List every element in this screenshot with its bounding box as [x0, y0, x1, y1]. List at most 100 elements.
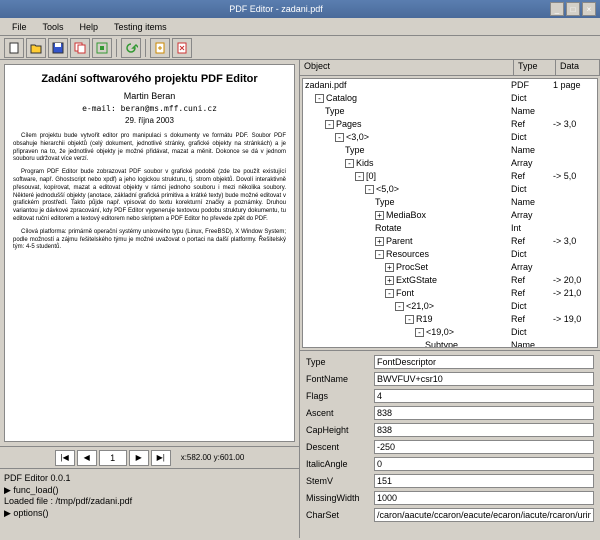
- property-value-input[interactable]: [374, 389, 594, 403]
- doc-paragraph: Program PDF Editor bude zobrazovat PDF s…: [13, 169, 286, 224]
- expand-icon[interactable]: -: [415, 328, 424, 337]
- property-row: Flags: [302, 387, 598, 404]
- maximize-button[interactable]: □: [566, 2, 580, 16]
- remove-button[interactable]: [172, 38, 192, 58]
- prev-page-button[interactable]: ◀: [77, 450, 97, 466]
- doc-paragraph: Cílová platforma: primárně operační syst…: [13, 229, 286, 252]
- property-key: MissingWidth: [302, 493, 374, 503]
- first-page-button[interactable]: |◀: [55, 450, 75, 466]
- property-value-input[interactable]: [374, 474, 594, 488]
- toolbar: [0, 36, 600, 60]
- tree-row[interactable]: -KidsArray: [303, 157, 597, 170]
- tree-row[interactable]: +ParentRef-> 3,0: [303, 235, 597, 248]
- menu-file[interactable]: File: [4, 22, 35, 32]
- property-key: Descent: [302, 442, 374, 452]
- property-key: ItalicAngle: [302, 459, 374, 469]
- property-row: FontName: [302, 370, 598, 387]
- tree-row[interactable]: TypeName: [303, 144, 597, 157]
- property-key: Flags: [302, 391, 374, 401]
- page-input[interactable]: [99, 450, 127, 466]
- tree-row[interactable]: +ExtGStateRef-> 20,0: [303, 274, 597, 287]
- property-row: ItalicAngle: [302, 455, 598, 472]
- expand-icon[interactable]: -: [365, 185, 374, 194]
- tree-row[interactable]: SubtypeName: [303, 339, 597, 348]
- property-value-input[interactable]: [374, 508, 594, 522]
- cursor-coords: x:582.00 y:601.00: [181, 453, 245, 462]
- property-key: CharSet: [302, 510, 374, 520]
- col-data[interactable]: Data: [556, 60, 600, 75]
- last-page-button[interactable]: ▶|: [151, 450, 171, 466]
- expand-icon[interactable]: -: [355, 172, 364, 181]
- expand-icon[interactable]: -: [405, 315, 414, 324]
- expand-icon[interactable]: +: [385, 263, 394, 272]
- property-value-input[interactable]: [374, 440, 594, 454]
- col-type[interactable]: Type: [514, 60, 556, 75]
- property-key: Type: [302, 357, 374, 367]
- tree-row[interactable]: -PagesRef-> 3,0: [303, 118, 597, 131]
- refresh-button[interactable]: [121, 38, 141, 58]
- expand-icon[interactable]: -: [345, 159, 354, 168]
- property-row: Descent: [302, 438, 598, 455]
- col-object[interactable]: Object: [300, 60, 514, 75]
- status-line: ▶ options(): [4, 508, 295, 520]
- options-button[interactable]: [92, 38, 112, 58]
- property-value-input[interactable]: [374, 423, 594, 437]
- add-button[interactable]: [150, 38, 170, 58]
- window-title: PDF Editor - zadani.pdf: [4, 4, 548, 14]
- doc-title: Zadání softwarového projektu PDF Editor: [13, 73, 286, 85]
- expand-icon[interactable]: -: [395, 302, 404, 311]
- expand-icon[interactable]: +: [375, 237, 384, 246]
- menubar: File Tools Help Testing items: [0, 18, 600, 36]
- expand-icon[interactable]: +: [385, 276, 394, 285]
- property-value-input[interactable]: [374, 491, 594, 505]
- tree-row[interactable]: TypeName: [303, 196, 597, 209]
- property-row: Type: [302, 353, 598, 370]
- status-line: ▶ func_load(): [4, 485, 295, 497]
- menu-tools[interactable]: Tools: [35, 22, 72, 32]
- tree-row[interactable]: RotateInt: [303, 222, 597, 235]
- expand-icon[interactable]: -: [375, 250, 384, 259]
- close-button[interactable]: ×: [582, 2, 596, 16]
- tree-row[interactable]: -R19Ref-> 19,0: [303, 313, 597, 326]
- property-value-input[interactable]: [374, 457, 594, 471]
- tree-row[interactable]: -<21,0>Dict: [303, 300, 597, 313]
- new-button[interactable]: [4, 38, 24, 58]
- expand-icon[interactable]: -: [335, 133, 344, 142]
- tree-row[interactable]: zadani.pdfPDF1 page: [303, 79, 597, 92]
- tree-row[interactable]: +MediaBoxArray: [303, 209, 597, 222]
- property-panel: TypeFontNameFlagsAscentCapHeightDescentI…: [300, 350, 600, 538]
- tree-row[interactable]: -<5,0>Dict: [303, 183, 597, 196]
- expand-icon[interactable]: -: [385, 289, 394, 298]
- menu-testing[interactable]: Testing items: [106, 22, 175, 32]
- expand-icon[interactable]: -: [315, 94, 324, 103]
- expand-icon[interactable]: +: [375, 211, 384, 220]
- open-button[interactable]: [26, 38, 46, 58]
- status-panel: PDF Editor 0.0.1 ▶ func_load() Loaded fi…: [0, 468, 299, 538]
- tree-row[interactable]: -FontRef-> 21,0: [303, 287, 597, 300]
- menu-help[interactable]: Help: [72, 22, 107, 32]
- property-value-input[interactable]: [374, 355, 594, 369]
- tree-row[interactable]: -ResourcesDict: [303, 248, 597, 261]
- property-key: Ascent: [302, 408, 374, 418]
- copy-button[interactable]: [70, 38, 90, 58]
- tree-row[interactable]: -<19,0>Dict: [303, 326, 597, 339]
- property-row: StemV: [302, 472, 598, 489]
- tree-row[interactable]: +ProcSetArray: [303, 261, 597, 274]
- status-line: Loaded file : /tmp/pdf/zadani.pdf: [4, 496, 295, 508]
- page-nav: |◀ ◀ ▶ ▶| x:582.00 y:601.00: [0, 446, 299, 468]
- minimize-button[interactable]: _: [550, 2, 564, 16]
- save-button[interactable]: [48, 38, 68, 58]
- property-key: StemV: [302, 476, 374, 486]
- next-page-button[interactable]: ▶: [129, 450, 149, 466]
- doc-date: 29. října 2003: [13, 116, 286, 125]
- tree-row[interactable]: TypeName: [303, 105, 597, 118]
- property-key: FontName: [302, 374, 374, 384]
- tree-row[interactable]: -CatalogDict: [303, 92, 597, 105]
- tree-row[interactable]: -<3,0>Dict: [303, 131, 597, 144]
- doc-paragraph: Cílem projektu bude vytvořit editor pro …: [13, 133, 286, 164]
- object-tree[interactable]: zadani.pdfPDF1 page-CatalogDictTypeName-…: [302, 78, 598, 348]
- property-value-input[interactable]: [374, 372, 594, 386]
- tree-row[interactable]: -[0]Ref-> 5,0: [303, 170, 597, 183]
- expand-icon[interactable]: -: [325, 120, 334, 129]
- property-value-input[interactable]: [374, 406, 594, 420]
